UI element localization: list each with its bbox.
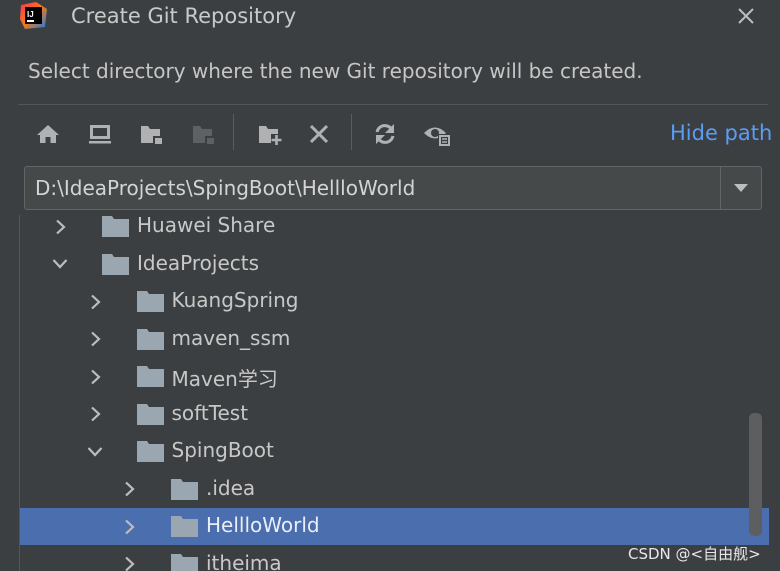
folder-icon [102, 215, 129, 237]
folder-icon [171, 553, 198, 571]
tree-item-label-maven: Maven学习 [171, 367, 278, 391]
desktop-button[interactable] [84, 117, 116, 151]
path-input[interactable] [26, 168, 718, 208]
folder-icon [171, 515, 198, 537]
title-bar: IJ Create Git Repository [0, 0, 780, 36]
folder-icon [171, 478, 198, 500]
chevron-right-icon[interactable] [45, 215, 75, 245]
tree-row[interactable]: softTest [20, 396, 769, 433]
directory-tree[interactable]: Huawei Share IdeaProjects KuangSpring maven… [19, 215, 769, 571]
tree-row[interactable]: SpingBoot [20, 433, 769, 470]
chevron-down-icon[interactable] [80, 433, 110, 470]
folder-icon [136, 365, 164, 387]
chevron-down-icon[interactable] [45, 246, 75, 283]
chevron-right-icon[interactable] [80, 283, 110, 320]
watermark: CSDN @<自由舰> [628, 545, 761, 563]
chevron-right-icon[interactable] [80, 321, 110, 358]
tree-item-label-itheima: itheima [206, 550, 282, 571]
tree-row[interactable]: .idea [20, 471, 769, 508]
tree-item-label-idea: .idea [206, 475, 256, 500]
tree-row[interactable]: Maven学习 [20, 358, 769, 395]
tree-item-label-huawei-share: Huawei Share [137, 215, 276, 237]
folder-icon [136, 328, 164, 350]
project-folder-icon [141, 126, 163, 145]
tree-item-label-kuangspring: KuangSpring [171, 288, 299, 312]
show-hidden-button[interactable] [421, 117, 453, 151]
tree-row[interactable]: maven_ssm [20, 321, 769, 358]
tree-item-label-softtest: softTest [171, 400, 249, 425]
dialog-title: Create Git Repository [71, 4, 297, 28]
tree-item-label-ideaprojects: IdeaProjects [137, 250, 260, 275]
tree-item-label-hellloworld: HellloWorld [206, 513, 320, 537]
folder-icon [136, 290, 164, 312]
refresh-icon [375, 124, 395, 144]
close-icon [738, 8, 754, 24]
delete-icon [309, 124, 329, 144]
module-folder-icon [193, 126, 215, 145]
tree-scrollbar-thumb[interactable] [749, 413, 762, 536]
folder-icon [136, 440, 164, 462]
toolbar-separator [233, 114, 234, 150]
close-button[interactable] [732, 3, 760, 29]
path-history-dropdown-button[interactable] [721, 167, 761, 209]
dialog-description: Select directory where the new Git repos… [28, 59, 643, 83]
home-icon [37, 125, 59, 143]
chevron-down-icon [734, 184, 748, 192]
tree-item-label-spingboot: SpingBoot [171, 438, 274, 462]
module-folder-button [188, 117, 220, 151]
chevron-right-icon[interactable] [114, 546, 144, 571]
tree-row[interactable]: KuangSpring [20, 283, 769, 320]
desktop-icon [89, 125, 111, 144]
svg-text:IJ: IJ [27, 10, 34, 19]
new-folder-icon [259, 126, 282, 145]
chevron-right-icon[interactable] [80, 358, 110, 395]
chevron-right-icon[interactable] [114, 471, 144, 508]
refresh-button[interactable] [369, 117, 401, 151]
tree-row[interactable]: IdeaProjects [20, 246, 769, 283]
tree-row[interactable]: HellloWorld [20, 508, 769, 545]
separator [18, 104, 768, 105]
folder-icon [136, 403, 164, 425]
chevron-right-icon[interactable] [114, 508, 144, 545]
hide-path-link[interactable]: Hide path [670, 121, 772, 145]
folder-icon [102, 253, 129, 275]
intellij-logo-icon: IJ [19, 1, 48, 30]
path-combobox [24, 166, 762, 210]
home-button[interactable] [32, 117, 64, 151]
toolbar-separator [351, 114, 352, 150]
tree-item-label-maven-ssm: maven_ssm [171, 325, 291, 350]
chevron-right-icon[interactable] [80, 396, 110, 433]
new-folder-button[interactable] [254, 117, 286, 151]
delete-button[interactable] [303, 117, 335, 151]
project-folder-button[interactable] [136, 117, 168, 151]
tree-row[interactable]: Huawei Share [20, 215, 769, 245]
show-hidden-icon [424, 127, 450, 146]
